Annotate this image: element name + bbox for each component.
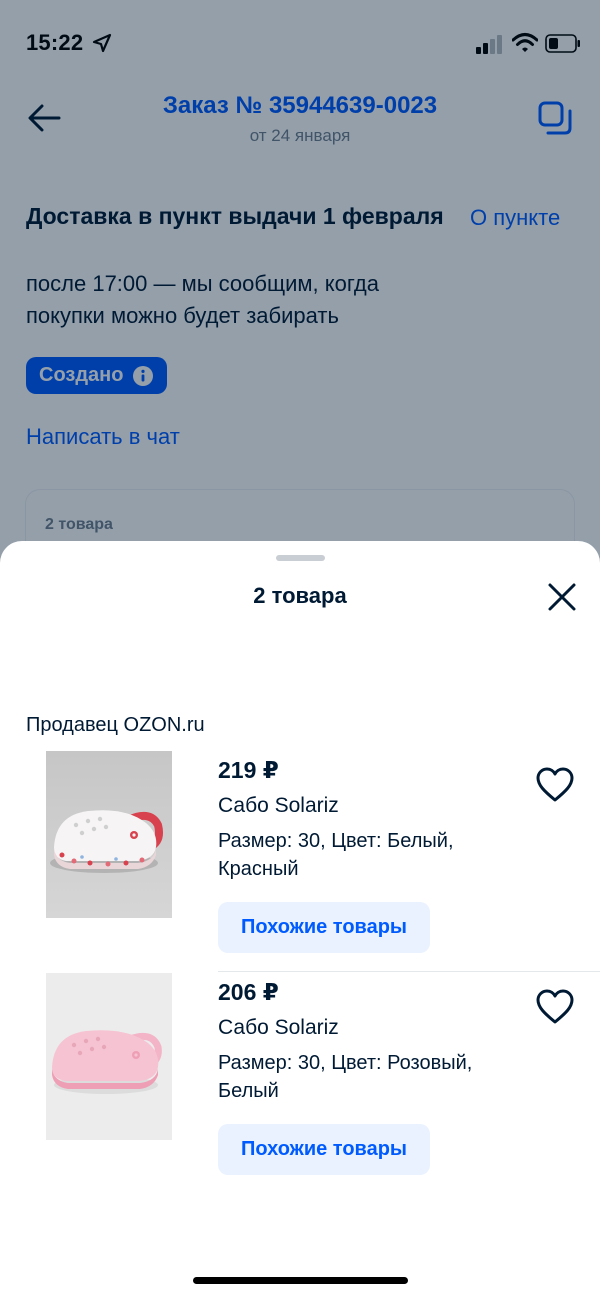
home-indicator[interactable] [193,1277,408,1284]
product-price: 206 ₽ [218,979,279,1005]
product-name[interactable]: Сабо Solariz [218,1016,339,1040]
sheet-grabber[interactable] [276,555,325,561]
product-item: 219 ₽ Сабо Solariz Размер: 30, Цвет: Бел… [0,751,600,985]
heart-icon[interactable] [536,767,574,803]
product-item: 206 ₽ Сабо Solariz Размер: 30, Цвет: Роз… [0,973,600,1207]
product-attributes: Размер: 30, Цвет: Белый, Красный [218,830,454,880]
item-divider [218,971,600,972]
similar-products-button[interactable]: Похожие товары [218,902,430,953]
product-name[interactable]: Сабо Solariz [218,794,339,818]
close-icon[interactable] [546,581,578,613]
product-price: 219 ₽ [218,757,279,783]
product-image-white-red-clog[interactable] [46,751,172,918]
product-attributes: Размер: 30, Цвет: Розовый, Белый [218,1052,473,1102]
product-image-pink-clog[interactable] [46,973,172,1140]
items-bottom-sheet: 2 товара Продавец OZON.ru 219 ₽ Сабо Sol… [0,541,600,1298]
seller-label: Продавец OZON.ru [26,714,205,736]
sheet-title: 2 товара [253,583,347,608]
heart-icon[interactable] [536,989,574,1025]
similar-products-button[interactable]: Похожие товары [218,1124,430,1175]
